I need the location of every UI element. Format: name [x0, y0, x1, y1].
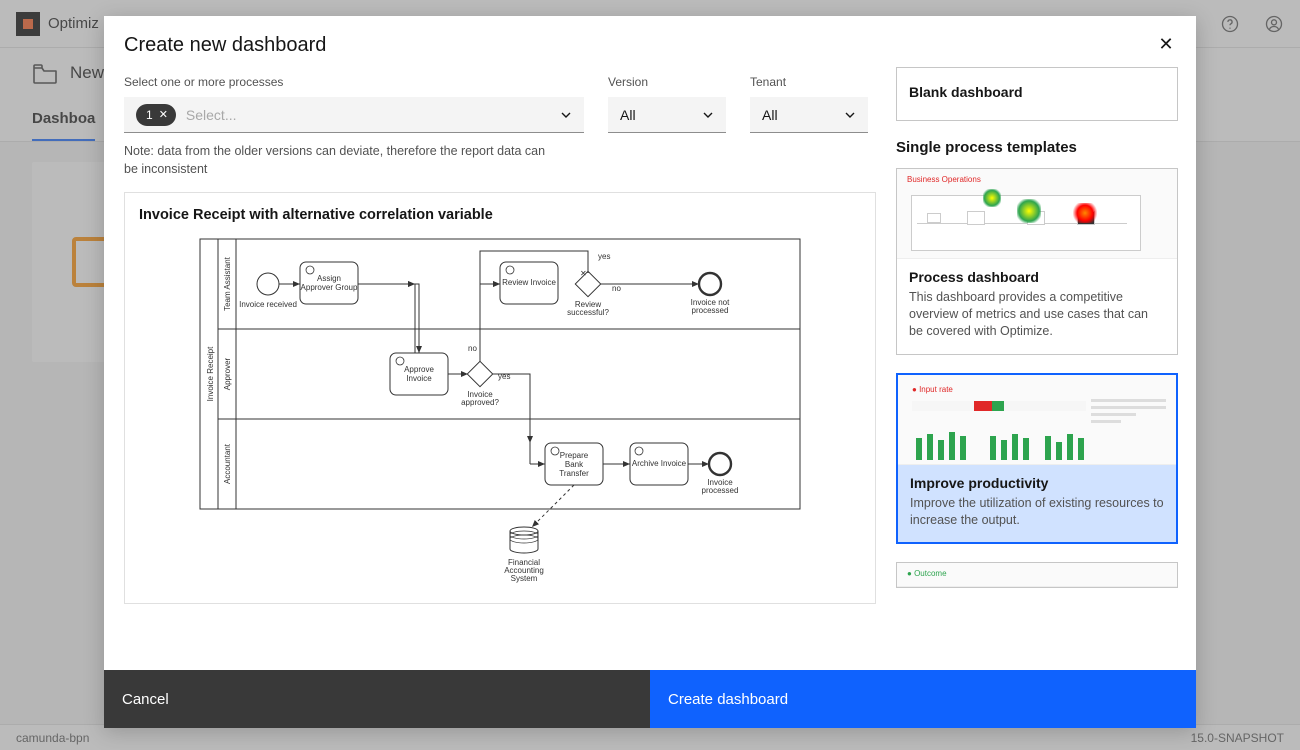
process-select[interactable]: 1 ✕ Select...	[124, 97, 584, 133]
template-improve-preview: ● Input rate	[898, 375, 1176, 465]
template-improve-desc: Improve the utilization of existing reso…	[910, 495, 1164, 529]
svg-text:Approver: Approver	[223, 357, 232, 390]
svg-text:Archive Invoice: Archive Invoice	[632, 459, 687, 468]
chevron-down-icon	[560, 109, 572, 121]
modal-footer: Cancel Create dashboard	[104, 670, 1196, 728]
svg-text:yes: yes	[498, 372, 510, 381]
chevron-down-icon	[844, 109, 856, 121]
tenant-select[interactable]: All	[750, 97, 868, 133]
tenant-value: All	[762, 107, 778, 123]
svg-text:no: no	[612, 284, 621, 293]
modal-left-pane: Select one or more processes 1 ✕ Select.…	[104, 67, 896, 670]
create-dashboard-modal: Create new dashboard ✕ Select one or mor…	[104, 16, 1196, 728]
svg-text:yes: yes	[598, 252, 610, 261]
chevron-down-icon	[702, 109, 714, 121]
svg-text:Invoice received: Invoice received	[239, 300, 297, 309]
tenant-label: Tenant	[750, 75, 868, 89]
svg-text:Invoice notprocessed: Invoice notprocessed	[691, 298, 730, 315]
process-label: Select one or more processes	[124, 75, 584, 89]
process-count: 1	[146, 108, 153, 122]
template-next-preview: ● Outcome	[897, 563, 1177, 587]
cancel-button[interactable]: Cancel	[104, 670, 650, 728]
template-improve-title: Improve productivity	[910, 475, 1164, 491]
template-blank-title: Blank dashboard	[909, 84, 1165, 100]
diagram-title: Invoice Receipt with alternative correla…	[139, 207, 861, 223]
templates-section-header: Single process templates	[896, 139, 1178, 156]
template-blank[interactable]: Blank dashboard	[896, 67, 1178, 121]
bpmn-preview-card: Invoice Receipt with alternative correla…	[124, 192, 876, 604]
template-next[interactable]: ● Outcome	[896, 562, 1178, 588]
create-dashboard-button[interactable]: Create dashboard	[650, 670, 1196, 728]
bpmn-diagram: .box { fill:#fff; stroke:#333; stroke-wi…	[180, 229, 820, 589]
template-process-dashboard-preview: Business Operations	[897, 169, 1177, 259]
version-select[interactable]: All	[608, 97, 726, 133]
pill-close-icon[interactable]: ✕	[159, 108, 168, 121]
svg-text:✕: ✕	[580, 269, 587, 278]
svg-text:Invoice Receipt: Invoice Receipt	[206, 346, 215, 401]
process-count-pill[interactable]: 1 ✕	[136, 104, 176, 126]
svg-text:Team Assistant: Team Assistant	[223, 256, 232, 311]
svg-text:Review Invoice: Review Invoice	[502, 278, 556, 287]
version-value: All	[620, 107, 636, 123]
process-placeholder: Select...	[186, 107, 237, 123]
template-improve-productivity[interactable]: ● Input rate Improve productivity Improv…	[896, 373, 1178, 545]
svg-text:Accountant: Accountant	[223, 443, 232, 484]
template-process-dashboard[interactable]: Business Operations Process dashb	[896, 168, 1178, 355]
close-icon[interactable]: ✕	[1156, 36, 1176, 56]
modal-title: Create new dashboard	[124, 34, 326, 57]
svg-text:FinancialAccountingSystem: FinancialAccountingSystem	[504, 558, 544, 583]
version-label: Version	[608, 75, 726, 89]
version-note: Note: data from the older versions can d…	[124, 143, 554, 178]
template-process-dashboard-title: Process dashboard	[909, 269, 1165, 285]
svg-text:no: no	[468, 344, 477, 353]
svg-text:Invoiceprocessed: Invoiceprocessed	[702, 478, 739, 495]
template-process-dashboard-desc: This dashboard provides a competitive ov…	[909, 289, 1165, 340]
template-list[interactable]: Blank dashboard Single process templates…	[896, 67, 1196, 670]
svg-text:Reviewsuccessful?: Reviewsuccessful?	[567, 300, 609, 317]
svg-text:Invoiceapproved?: Invoiceapproved?	[461, 390, 499, 407]
